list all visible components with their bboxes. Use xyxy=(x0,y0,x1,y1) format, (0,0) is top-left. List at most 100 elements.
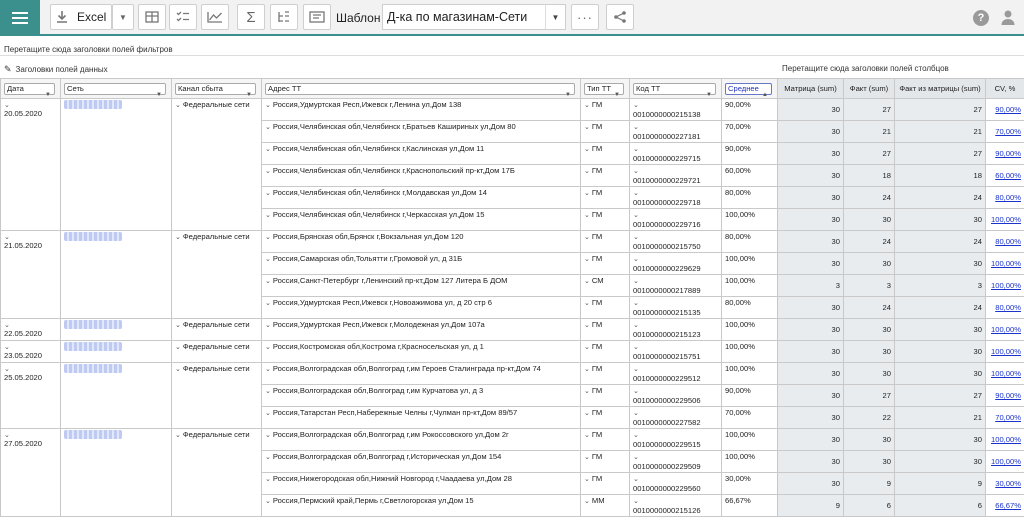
type-cell[interactable]: ⌄ ГМ xyxy=(580,428,630,451)
channel-cell[interactable]: ⌄ Федеральные сети xyxy=(171,98,262,231)
address-cell[interactable]: ⌄ Россия,Татарстан Респ,Набережные Челны … xyxy=(261,406,581,429)
column-header-code[interactable]: Код ТТ ▼ xyxy=(629,78,722,99)
cv-link[interactable]: 100,00% xyxy=(991,369,1021,378)
cv-cell[interactable]: 90,00% xyxy=(985,98,1024,121)
date-cell[interactable]: ⌄ 22.05.2020 xyxy=(0,318,61,341)
type-cell[interactable]: ⌄ ГМ xyxy=(580,362,630,385)
code-cell[interactable]: ⌄ 0010000000229716 xyxy=(629,208,722,231)
type-cell[interactable]: ⌄ ГМ xyxy=(580,450,630,473)
address-cell[interactable]: ⌄ Россия,Челябинская обл,Челябинск г,Брат… xyxy=(261,120,581,143)
code-cell[interactable]: ⌄ 0010000000227582 xyxy=(629,406,722,429)
type-cell[interactable]: ⌄ ГМ xyxy=(580,98,630,121)
type-cell[interactable]: ⌄ ГМ xyxy=(580,296,630,319)
type-cell[interactable]: ⌄ ГМ xyxy=(580,318,630,341)
address-cell[interactable]: ⌄ Россия,Волгоградская обл,Волгоград г,Ис… xyxy=(261,450,581,473)
export-options-dropdown[interactable]: ▼ xyxy=(112,4,134,30)
code-cell[interactable]: ⌄ 0010000000229715 xyxy=(629,142,722,165)
code-cell[interactable]: ⌄ 0010000000217889 xyxy=(629,274,722,297)
column-header-matrix[interactable]: Матрица (sum) xyxy=(777,78,844,99)
code-cell[interactable]: ⌄ 0010000000215138 xyxy=(629,98,722,121)
cv-cell[interactable]: 30,00% xyxy=(985,472,1024,495)
channel-cell[interactable]: ⌄ Федеральные сети xyxy=(171,340,262,363)
cv-cell[interactable]: 100,00% xyxy=(985,450,1024,473)
column-header-type[interactable]: Тип ТТ ▼ xyxy=(580,78,630,99)
type-cell[interactable]: ⌄ ГМ xyxy=(580,142,630,165)
type-cell[interactable]: ⌄ ГМ xyxy=(580,406,630,429)
channel-cell[interactable]: ⌄ Федеральные сети xyxy=(171,362,262,429)
address-cell[interactable]: ⌄ Россия,Волгоградская обл,Волгоград г,им… xyxy=(261,362,581,385)
cv-link[interactable]: 90,00% xyxy=(995,391,1021,400)
cv-cell[interactable]: 100,00% xyxy=(985,362,1024,385)
cv-link[interactable]: 100,00% xyxy=(991,347,1021,356)
address-cell[interactable]: ⌄ Россия,Челябинская обл,Челябинск г,Касл… xyxy=(261,142,581,165)
cv-link[interactable]: 100,00% xyxy=(991,281,1021,290)
address-cell[interactable]: ⌄ Россия,Костромская обл,Кострома г,Красн… xyxy=(261,340,581,363)
code-cell[interactable]: ⌄ 0010000000229506 xyxy=(629,384,722,407)
cv-link[interactable]: 90,00% xyxy=(995,105,1021,114)
column-header-chain[interactable]: Сеть ▼ xyxy=(60,78,172,99)
address-cell[interactable]: ⌄ Россия,Челябинская обл,Челябинск г,Молд… xyxy=(261,186,581,209)
code-cell[interactable]: ⌄ 0010000000215135 xyxy=(629,296,722,319)
type-cell[interactable]: ⌄ ГМ xyxy=(580,472,630,495)
address-cell[interactable]: ⌄ Россия,Челябинская обл,Челябинск г,Крас… xyxy=(261,164,581,187)
channel-cell[interactable]: ⌄ Федеральные сети xyxy=(171,230,262,319)
column-header-fact[interactable]: Факт (sum) xyxy=(843,78,895,99)
cv-link[interactable]: 80,00% xyxy=(995,237,1021,246)
type-cell[interactable]: ⌄ ГМ xyxy=(580,208,630,231)
grid-view-button[interactable] xyxy=(138,4,166,30)
code-cell[interactable]: ⌄ 0010000000215126 xyxy=(629,494,722,517)
template-select[interactable]: Д-ка по магазинам-Сети ▼ xyxy=(382,4,566,30)
cv-link[interactable]: 100,00% xyxy=(991,259,1021,268)
date-cell[interactable]: ⌄ 25.05.2020 xyxy=(0,362,61,429)
cv-link[interactable]: 70,00% xyxy=(995,127,1021,136)
channel-cell[interactable]: ⌄ Федеральные сети xyxy=(171,318,262,341)
code-cell[interactable]: ⌄ 0010000000227181 xyxy=(629,120,722,143)
code-cell[interactable]: ⌄ 0010000000215123 xyxy=(629,318,722,341)
cv-link[interactable]: 90,00% xyxy=(995,149,1021,158)
user-icon[interactable] xyxy=(1001,9,1015,30)
date-cell[interactable]: ⌄ 27.05.2020 xyxy=(0,428,61,517)
address-cell[interactable]: ⌄ Россия,Удмуртская Респ,Ижевск г,Молодеж… xyxy=(261,318,581,341)
code-cell[interactable]: ⌄ 0010000000229629 xyxy=(629,252,722,275)
form-view-button[interactable] xyxy=(303,4,331,30)
column-header-avg[interactable]: Среднее ▲ xyxy=(721,78,778,99)
code-cell[interactable]: ⌄ 0010000000229560 xyxy=(629,472,722,495)
cv-cell[interactable]: 100,00% xyxy=(985,428,1024,451)
cv-link[interactable]: 60,00% xyxy=(995,171,1021,180)
cv-link[interactable]: 100,00% xyxy=(991,435,1021,444)
type-cell[interactable]: ⌄ ГМ xyxy=(580,384,630,407)
channel-cell[interactable]: ⌄ Федеральные сети xyxy=(171,428,262,517)
cv-cell[interactable]: 100,00% xyxy=(985,274,1024,297)
address-cell[interactable]: ⌄ Россия,Волгоградская обл,Волгоград г,им… xyxy=(261,384,581,407)
address-cell[interactable]: ⌄ Россия,Самарская обл,Тольятти г,Громово… xyxy=(261,252,581,275)
export-excel-button[interactable]: Excel xyxy=(50,4,112,30)
cv-cell[interactable]: 100,00% xyxy=(985,252,1024,275)
code-cell[interactable]: ⌄ 0010000000229515 xyxy=(629,428,722,451)
cv-cell[interactable]: 60,00% xyxy=(985,164,1024,187)
column-header-date[interactable]: Дата ▼ xyxy=(0,78,61,99)
address-cell[interactable]: ⌄ Россия,Челябинская обл,Челябинск г,Черк… xyxy=(261,208,581,231)
address-cell[interactable]: ⌄ Россия,Брянская обл,Брянск г,Вокзальная… xyxy=(261,230,581,253)
code-cell[interactable]: ⌄ 0010000000229512 xyxy=(629,362,722,385)
column-header-address[interactable]: Адрес ТТ ▼ xyxy=(261,78,581,99)
code-cell[interactable]: ⌄ 0010000000229509 xyxy=(629,450,722,473)
type-cell[interactable]: ⌄ ГМ xyxy=(580,252,630,275)
column-header-channel[interactable]: Канал сбыта ▼ xyxy=(171,78,262,99)
cv-link[interactable]: 100,00% xyxy=(991,215,1021,224)
date-cell[interactable]: ⌄ 21.05.2020 xyxy=(0,230,61,319)
cv-link[interactable]: 66,67% xyxy=(995,501,1021,510)
address-cell[interactable]: ⌄ Россия,Удмуртская Респ,Ижевск г,Ленина … xyxy=(261,98,581,121)
type-cell[interactable]: ⌄ ГМ xyxy=(580,340,630,363)
address-cell[interactable]: ⌄ Россия,Волгоградская обл,Волгоград г,им… xyxy=(261,428,581,451)
column-header-cv[interactable]: CV, % xyxy=(985,78,1024,99)
cv-link[interactable]: 80,00% xyxy=(995,193,1021,202)
type-cell[interactable]: ⌄ ГМ xyxy=(580,230,630,253)
date-cell[interactable]: ⌄ 23.05.2020 xyxy=(0,340,61,363)
type-cell[interactable]: ⌄ ГМ xyxy=(580,186,630,209)
cv-cell[interactable]: 80,00% xyxy=(985,230,1024,253)
chart-button[interactable] xyxy=(201,4,229,30)
code-cell[interactable]: ⌄ 0010000000229718 xyxy=(629,186,722,209)
address-cell[interactable]: ⌄ Россия,Нижегородская обл,Нижний Новгоро… xyxy=(261,472,581,495)
type-cell[interactable]: ⌄ ММ xyxy=(580,494,630,517)
share-button[interactable] xyxy=(606,4,634,30)
